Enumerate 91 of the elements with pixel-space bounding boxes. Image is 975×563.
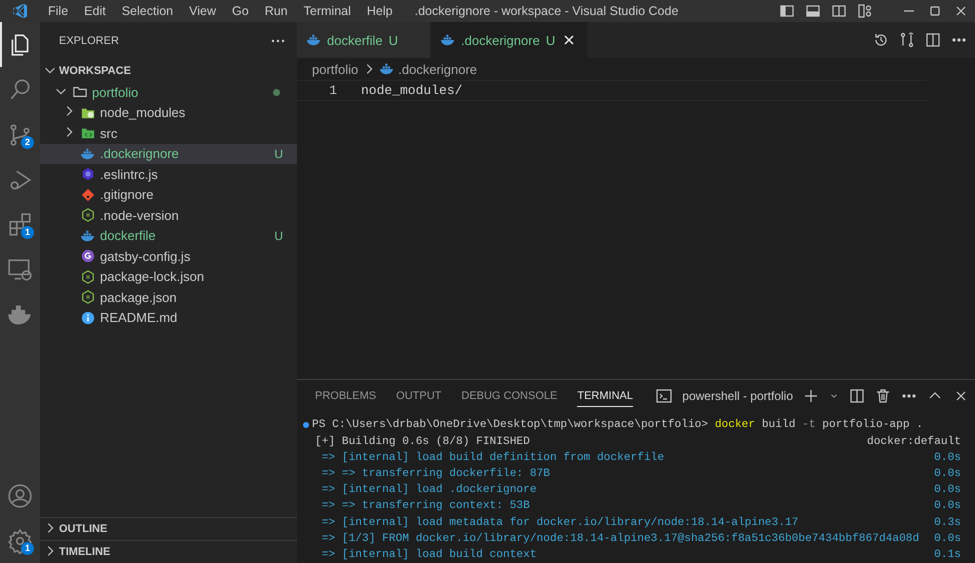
tree-item[interactable]: package.json — [40, 287, 297, 308]
terminal-line: 0.0s — [934, 500, 961, 512]
trash-icon[interactable] — [875, 388, 891, 404]
whale-icon — [380, 62, 394, 76]
tree-item[interactable]: package-lock.json — [40, 266, 297, 287]
menu-item[interactable]: Help — [358, 4, 401, 18]
terminal-command-line: PS C:\Users\drbab\OneDrive\Desktop\tmp\workspace\portfolio> docker build -t portfolio-app . — [312, 419, 924, 432]
terminal-line: => [1/3] FROM docker.io/library/node:18.14-alpine3.17@sha256:f8a51c36b0be7434bbf867d4a08d — [320, 532, 920, 545]
menu-item[interactable]: Selection — [114, 4, 182, 18]
more-icon[interactable] — [271, 39, 285, 43]
split-layout-icon[interactable] — [831, 3, 847, 19]
notification-badge: 2 — [21, 136, 34, 149]
git-status: U — [274, 146, 283, 161]
tree-item[interactable]: README.md — [40, 308, 297, 328]
notification-badge: 1 — [21, 542, 34, 555]
circle-g-icon — [81, 249, 95, 264]
terminal-line: => => transferring context: 53B — [320, 500, 531, 512]
terminal-line: 0.1s — [934, 548, 961, 561]
section-header[interactable]: WORKSPACE — [59, 65, 131, 77]
folder-icon — [81, 126, 95, 140]
tree-item[interactable]: .eslintrc.js — [40, 164, 297, 184]
diamond-icon — [81, 188, 95, 202]
git-status: U — [274, 228, 283, 243]
folder-icon — [81, 106, 95, 120]
app-logo-icon — [12, 3, 28, 19]
split-editor-icon[interactable] — [925, 32, 941, 48]
menu-item[interactable]: Terminal — [296, 4, 359, 18]
hexagon-icon — [81, 208, 95, 222]
plus-icon[interactable] — [803, 388, 819, 404]
terminal-line: 0.3s — [934, 516, 961, 529]
whale-icon — [307, 33, 321, 47]
line-number: 1 — [328, 83, 337, 98]
terminal-line: 0.0s — [934, 468, 961, 480]
terminal-line: 0.0s — [934, 484, 961, 496]
terminal-line: => [internal] load build context — [320, 548, 538, 561]
layout-icon[interactable] — [857, 3, 873, 19]
terminal-line: => [internal] load metadata for docker.io/library/node:18.14-alpine3.17 — [320, 516, 800, 529]
whale-icon — [81, 146, 95, 161]
notification-badge: 1 — [21, 226, 34, 239]
whale-icon — [441, 33, 456, 47]
hexagon-icon — [81, 167, 95, 182]
menu-item[interactable]: File — [40, 4, 76, 18]
code-line: node_modules/ — [360, 83, 462, 98]
terminal-line: 0.0s — [934, 452, 961, 464]
whale-icon — [81, 228, 95, 243]
terminal-line: [+] Building 0.6s (8/8) FINISHED — [315, 436, 531, 448]
compare-changes-icon[interactable] — [899, 32, 915, 48]
sidebar-toggle-icon[interactable] — [779, 3, 795, 19]
split-terminal-icon[interactable] — [849, 388, 865, 404]
menu-item[interactable]: Edit — [76, 4, 114, 18]
monitor-icon[interactable] — [7, 256, 33, 282]
command-status-dot — [303, 422, 309, 428]
menu-item[interactable]: View — [181, 4, 224, 18]
tree-item[interactable]: portfolio — [40, 82, 297, 102]
tree-item[interactable]: dockerfile U — [40, 226, 297, 246]
section-header[interactable]: OUTLINE — [59, 523, 108, 535]
editor-tab[interactable]: dockerfile U — [297, 22, 432, 58]
history-icon[interactable] — [873, 32, 889, 48]
section-header[interactable]: TIMELINE — [59, 546, 110, 558]
editor-tab[interactable]: .dockerignore U — [431, 22, 588, 58]
tree-item[interactable]: gatsby-config.js — [40, 246, 297, 266]
terminal-name[interactable]: powershell - portfolio — [682, 388, 793, 403]
tree-item[interactable]: .node-version — [40, 205, 297, 226]
folder-icon — [73, 85, 87, 100]
menu-item[interactable]: Run — [256, 4, 296, 18]
panel-tab[interactable]: OUTPUT — [396, 384, 442, 408]
terminal-line: => [internal] load build definition from dockerfile — [320, 452, 666, 464]
hexagon-icon — [81, 270, 95, 284]
terminal-line: docker:default — [867, 436, 961, 448]
terminal-line: => [internal] load .dockerignore — [320, 484, 538, 496]
tree-item[interactable]: src — [40, 123, 297, 144]
panel-tab[interactable]: PROBLEMS — [315, 384, 376, 408]
account-icon[interactable] — [7, 482, 33, 508]
terminal-icon[interactable] — [656, 388, 672, 404]
breadcrumb-item[interactable]: portfolio — [312, 62, 358, 76]
panel-tab[interactable]: TERMINAL — [577, 384, 633, 408]
panel-tab[interactable]: DEBUG CONSOLE — [461, 384, 558, 408]
terminal-line: => => transferring dockerfile: 87B — [320, 468, 551, 480]
hexagon-icon — [81, 290, 95, 304]
sidebar-title: EXPLORER — [59, 35, 119, 47]
tree-item[interactable]: .gitignore — [40, 184, 297, 205]
tree-item[interactable]: .dockerignore U — [40, 144, 297, 164]
tree-item[interactable]: node_modules — [40, 102, 297, 123]
info-icon — [81, 310, 95, 325]
terminal-line: 0.0s — [934, 532, 961, 545]
breadcrumb-item[interactable]: .dockerignore — [398, 62, 478, 76]
menu-item[interactable]: Go — [224, 4, 257, 18]
panel-toggle-icon[interactable] — [805, 3, 821, 19]
settings-icon[interactable] — [7, 528, 33, 554]
window-title: .dockerignore - workspace - Visual Studio Code — [414, 4, 680, 18]
extensions-icon[interactable] — [7, 212, 33, 238]
